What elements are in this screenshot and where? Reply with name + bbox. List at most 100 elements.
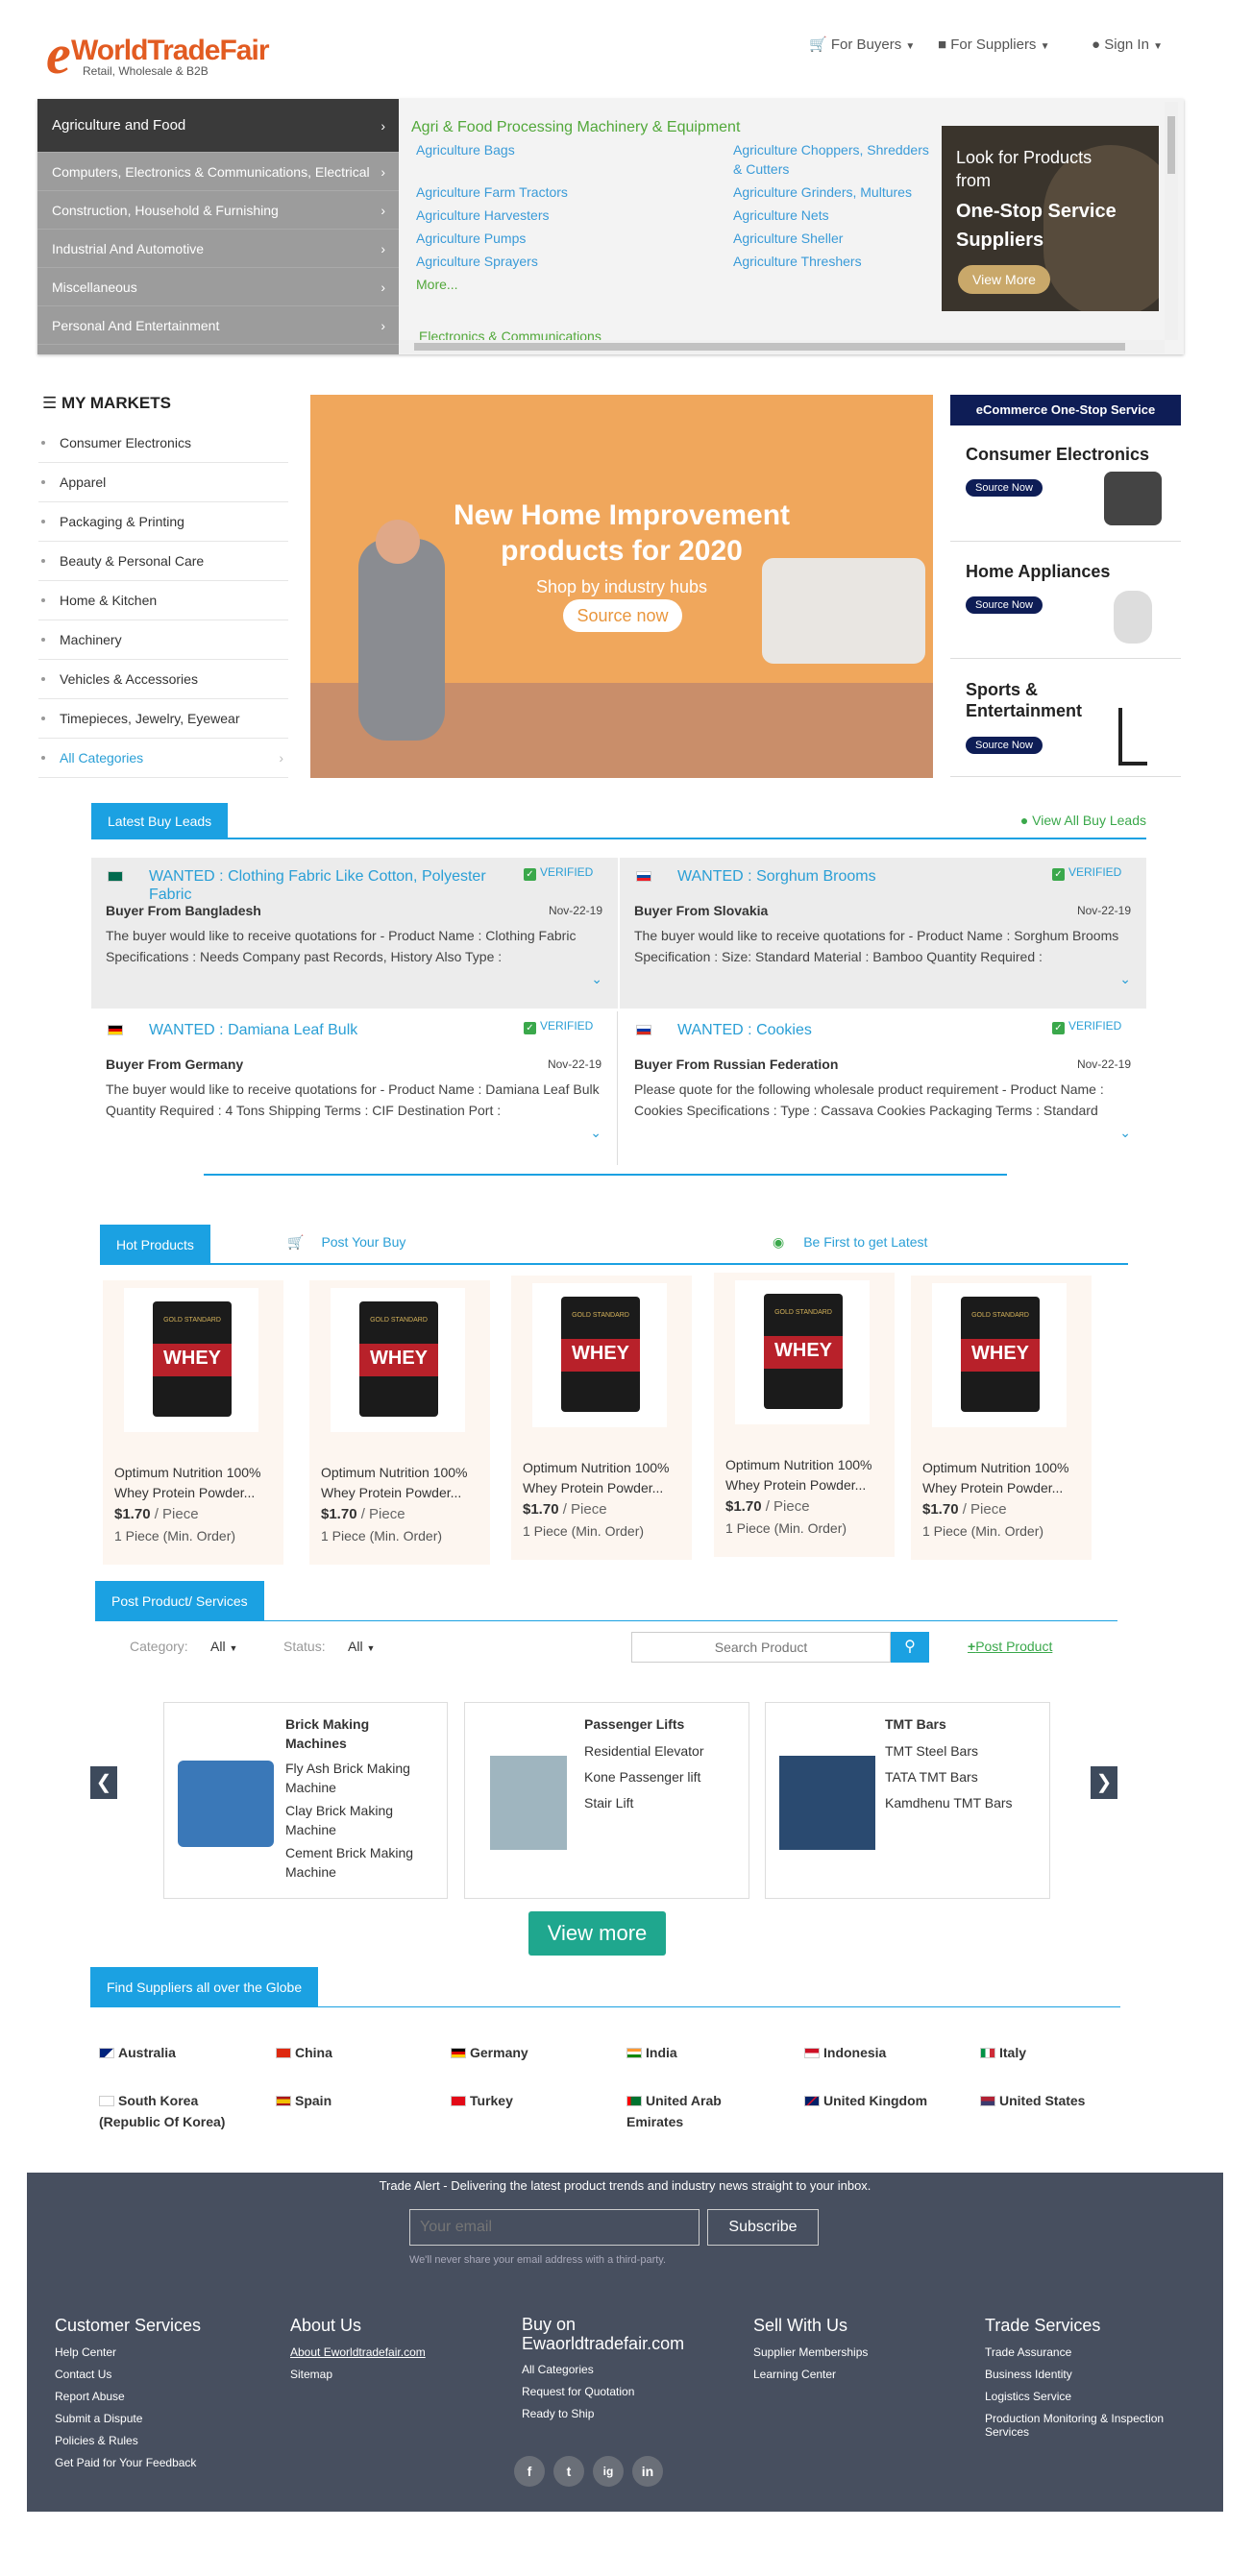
hot-products-tab[interactable]: Hot Products [100,1225,210,1265]
source-now-button[interactable]: Source Now [966,737,1043,754]
one-stop-card[interactable]: Consumer Electronics Source Now [950,425,1181,542]
footer-link[interactable]: Production Monitoring & Inspection Servi… [985,2412,1196,2439]
product-card[interactable]: GOLD STANDARD WHEY Optimum Nutrition 100% … [103,1280,283,1565]
find-suppliers-tab[interactable]: Find Suppliers all over the Globe [90,1967,319,2007]
footer-link[interactable]: Help Center [55,2342,257,2364]
supplier-country-link[interactable]: Australia [99,2042,253,2063]
card-item[interactable]: Clay Brick Making Machine [285,1801,430,1839]
supplier-country-link[interactable]: China [276,2042,430,2063]
card-item[interactable]: Fly Ash Brick Making Machine [285,1759,430,1797]
supplier-country-link[interactable]: Italy [980,2042,1134,2063]
more-link[interactable]: More... [416,275,458,294]
market-item[interactable]: Apparel [38,463,288,502]
twitter-icon[interactable]: t [553,2456,584,2487]
footer-link[interactable]: Submit a Dispute [55,2408,257,2430]
product-image[interactable]: GOLD STANDARD WHEY [532,1283,667,1427]
newsletter-email-input[interactable] [409,2209,700,2246]
product-image[interactable]: GOLD STANDARD WHEY [932,1283,1067,1427]
category-item-miscellaneous[interactable]: Miscellaneous › [37,268,399,306]
product-name[interactable]: Optimum Nutrition 100% Whey Protein Powd… [523,1458,686,1498]
supplier-country-link[interactable]: United States [980,2090,1134,2111]
chevron-down-icon[interactable]: ⌄ [591,971,602,987]
post-product-tab[interactable]: Post Product/ Services [95,1581,264,1621]
footer-link[interactable]: Learning Center [753,2364,955,2386]
market-item[interactable]: Timepieces, Jewelry, Eyewear [38,699,288,739]
instagram-icon[interactable]: ig [593,2456,624,2487]
card-item[interactable]: Kone Passenger lift [584,1767,738,1786]
subcategory-link[interactable]: Agriculture Sheller [733,229,843,248]
lead-title[interactable]: WANTED : Damiana Leaf Bulk [149,1021,514,1039]
buy-lead-card[interactable]: WANTED : Sorghum Brooms ✓ VERIFIED Buyer … [620,858,1146,1009]
supplier-country-link[interactable]: United Arab Emirates [626,2090,780,2132]
footer-link[interactable]: Report Abuse [55,2386,257,2408]
subcategory-link[interactable]: Agriculture Grinders, Multures [733,182,912,202]
product-category-card[interactable]: Brick Making Machines Fly Ash Brick Maki… [163,1702,448,1899]
footer-link[interactable]: About Eworldtradefair.com [290,2342,492,2364]
product-image[interactable]: GOLD STANDARD WHEY [735,1280,870,1424]
product-name[interactable]: Optimum Nutrition 100% Whey Protein Powd… [321,1463,484,1503]
footer-link[interactable]: Business Identity [985,2364,1196,2386]
market-item[interactable]: Machinery [38,620,288,660]
buy-lead-card[interactable]: WANTED : Damiana Leaf Bulk ✓ VERIFIED Buy… [91,1011,618,1165]
subcategory-link[interactable]: Agriculture Pumps [416,229,526,248]
supplier-country-link[interactable]: United Kingdom [804,2090,958,2111]
category-item-personal[interactable]: Personal And Entertainment › [37,306,399,345]
subcategory-link[interactable]: Agriculture Threshers [733,252,862,271]
chevron-down-icon[interactable]: ⌄ [1119,971,1131,987]
card-title[interactable]: Brick Making Machines [285,1714,430,1753]
product-name[interactable]: Optimum Nutrition 100% Whey Protein Powd… [114,1463,278,1503]
buy-lead-card[interactable]: WANTED : Clothing Fabric Like Cotton, Po… [91,858,618,1009]
supplier-country-link[interactable]: Indonesia [804,2042,958,2063]
card-item[interactable]: Kamdhenu TMT Bars [885,1793,1039,1812]
scrollbar-thumb[interactable] [1167,116,1175,174]
market-item[interactable]: Consumer Electronics [38,424,288,463]
carousel-next-button[interactable]: ❯ [1091,1766,1117,1799]
category-item-construction[interactable]: Construction, Household & Furnishing › [37,191,399,230]
supplier-country-link[interactable]: India [626,2042,780,2063]
category-item-agriculture[interactable]: Agriculture and Food › [37,99,399,153]
supplier-country-link[interactable]: South Korea (Republic Of Korea) [99,2090,253,2132]
post-your-buy-link[interactable]: 🛒 Post Your Buy [287,1234,405,1251]
footer-link[interactable]: Contact Us [55,2364,257,2386]
footer-link[interactable]: Logistics Service [985,2386,1196,2408]
nav-sign-in[interactable]: ● Sign In ▼ [1092,36,1163,57]
subcategory-link[interactable]: Agriculture Farm Tractors [416,182,568,202]
carousel-prev-button[interactable]: ❮ [90,1766,117,1799]
market-item-all-categories[interactable]: All Categories › [38,739,288,778]
source-now-button[interactable]: Source Now [966,596,1043,614]
vertical-scrollbar[interactable] [1165,102,1178,340]
lead-title[interactable]: WANTED : Cookies [677,1021,1043,1039]
banner-source-now-button[interactable]: Source now [563,599,682,632]
buy-lead-card[interactable]: WANTED : Cookies ✓ VERIFIED Buyer From Ru… [620,1011,1146,1165]
horizontal-scrollbar[interactable] [399,340,1165,353]
subcategory-link[interactable]: Agriculture Sprayers [416,252,538,271]
latest-buy-leads-tab[interactable]: Latest Buy Leads [91,803,229,839]
card-item[interactable]: TMT Steel Bars [885,1741,1039,1761]
facebook-icon[interactable]: f [514,2456,545,2487]
product-card[interactable]: GOLD STANDARD WHEY Optimum Nutrition 100% … [511,1276,692,1560]
card-item[interactable]: Residential Elevator [584,1741,738,1761]
status-filter-select[interactable]: All ▼ [348,1639,375,1654]
product-card[interactable]: GOLD STANDARD WHEY Optimum Nutrition 100% … [309,1280,490,1565]
subcategory-link[interactable]: Agriculture Choppers, Shredders & Cutter… [733,140,930,179]
card-item[interactable]: TATA TMT Bars [885,1767,1039,1786]
footer-link[interactable]: Request for Quotation [522,2381,724,2403]
search-product-input[interactable] [631,1632,891,1663]
supplier-country-link[interactable]: Germany [451,2042,604,2063]
subscribe-button[interactable]: Subscribe [707,2209,819,2246]
supplier-country-link[interactable]: Turkey [451,2090,604,2111]
view-all-buy-leads-link[interactable]: ● View All Buy Leads [1020,813,1146,828]
chevron-down-icon[interactable]: ⌄ [1119,1125,1131,1141]
post-product-link[interactable]: +Post Product [968,1639,1052,1654]
market-item[interactable]: Vehicles & Accessories [38,660,288,699]
card-item[interactable]: Cement Brick Making Machine [285,1843,430,1882]
footer-link[interactable]: Supplier Memberships [753,2342,955,2364]
product-name[interactable]: Optimum Nutrition 100% Whey Protein Powd… [922,1458,1086,1498]
scrollbar-thumb[interactable] [414,343,1125,351]
card-item[interactable]: Stair Lift [584,1793,738,1812]
lead-title[interactable]: WANTED : Clothing Fabric Like Cotton, Po… [149,867,514,904]
card-title[interactable]: TMT Bars [885,1714,1039,1734]
source-now-button[interactable]: Source Now [966,479,1043,497]
footer-link[interactable]: Trade Assurance [985,2342,1196,2364]
category-item-industrial[interactable]: Industrial And Automotive › [37,230,399,268]
